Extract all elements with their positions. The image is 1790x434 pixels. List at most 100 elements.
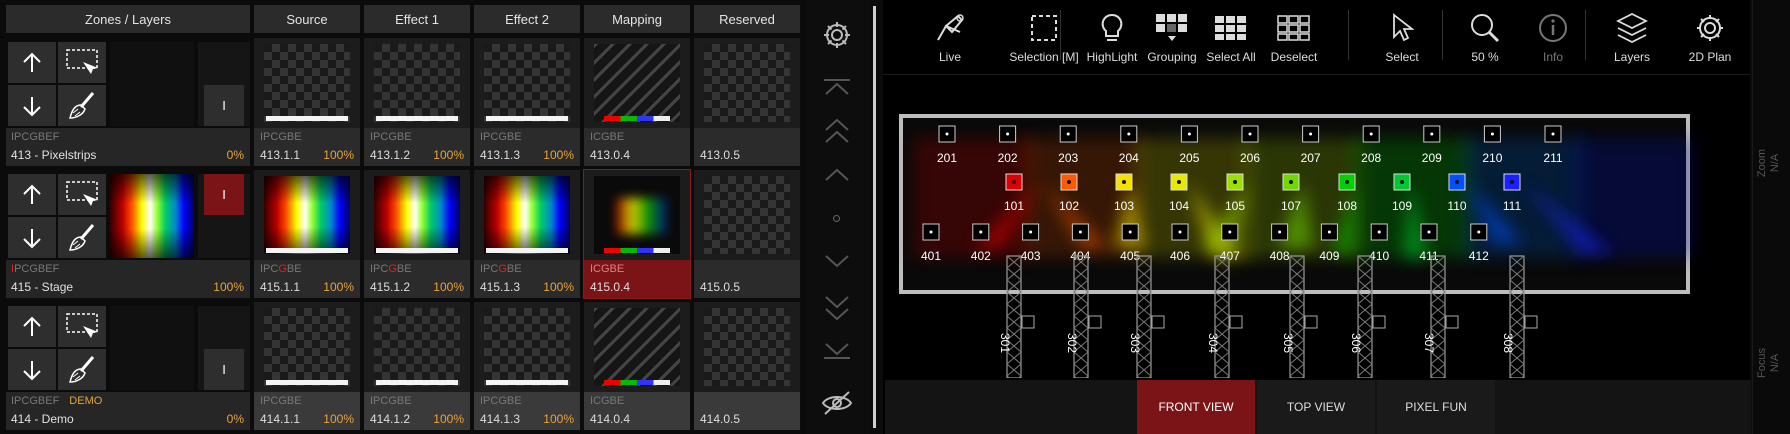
toolbar-label: Grouping [1147,50,1197,64]
toolbar-separator [1585,10,1586,60]
zone-name: 414 - Demo [11,412,74,426]
layer-cell[interactable]: ICGBE 414.0.4 [584,302,690,430]
clear-brush-icon[interactable] [58,85,106,126]
fixture-dot [1248,132,1252,136]
clear-brush-icon[interactable] [58,349,106,390]
zone-info[interactable]: IPCGBEF 413 - Pixelstrips 0% [6,128,250,166]
zone-lock-button[interactable]: I [204,85,244,126]
toolbar-bulb-button[interactable]: HighLight [1080,8,1144,64]
stage-plot[interactable]: 201 202 203 204 205 206 207 208 209 210 211 101 102 1… [883,78,1750,378]
toolbar-select-all-button[interactable]: Select All [1200,8,1262,64]
toolbar-separator [1348,10,1349,60]
layers-icon [1615,10,1649,46]
select-area-icon[interactable] [58,306,106,347]
move-down-arrow-icon[interactable] [8,85,56,126]
fixture-dot [1377,230,1381,234]
layer-cell[interactable]: IPCGBE 414.1.3 100% [474,302,580,430]
move-down-arrow-icon[interactable] [8,217,56,258]
scroll-page-down-icon[interactable] [822,295,852,321]
select-area-icon[interactable] [58,174,106,215]
settings-gear-icon[interactable] [820,18,854,52]
layer-tags: IPCGBE [480,263,522,275]
zone-lock-label: I [222,362,226,377]
zone-lock-button[interactable]: I [204,174,244,215]
layer-tags-prefix: IPC [480,263,499,275]
fixture-label: 208 [1361,151,1381,165]
layer-cell[interactable]: IPCGBE 414.1.2 100% [364,302,470,430]
info-icon [1537,10,1569,46]
layer-cell[interactable]: IPCGBE 413.1.1 100% [254,38,360,166]
layer-id: 413.1.2 [370,148,411,162]
toolbar-gear-button[interactable]: 2D Plan [1678,8,1742,64]
layer-cell[interactable]: 415.0.5 [694,170,800,298]
toolbar-deselect-button[interactable]: Deselect [1262,8,1326,64]
zone-name: 413 - Pixelstrips [11,148,97,162]
scroll-down-icon[interactable] [822,254,852,270]
zone-demo-badge: DEMO [69,395,103,407]
zone-info[interactable]: IPCGBEF DEMO 414 - Demo 0% [6,392,250,430]
layer-thumbnail [594,176,680,254]
fixture-dot [1067,180,1071,184]
layer-tags: IPCGBE [480,395,522,407]
layer-tags: ICGBE [590,263,625,275]
layer-percent: 100% [543,412,574,426]
layer-intensity-bar [376,248,458,253]
layer-cell[interactable]: IPCGBE 415.1.2 100% [364,170,470,298]
toolbar-cursor-button[interactable]: Select [1372,8,1432,64]
layer-percent: 100% [433,412,464,426]
zone-info[interactable]: IPCGBEF 415 - Stage 100% [6,260,250,298]
layer-info: IPCGBE 415.1.1 100% [254,260,360,298]
layer-info: IPCGBE 415.1.3 100% [474,260,580,298]
select-area-icon[interactable] [58,42,106,83]
tab-top-view[interactable]: TOP VIEW [1257,380,1375,434]
zone-percent: 0% [226,148,244,162]
layer-thumbnail [264,44,350,122]
layer-intensity-bar [486,116,568,121]
fixture-dot [1369,132,1373,136]
layer-cell[interactable]: IPCGBE 415.1.3 100% [474,170,580,298]
fixture-dot [1029,230,1033,234]
tab-front-view[interactable]: FRONT VIEW [1137,380,1255,434]
clear-brush-icon[interactable] [58,217,106,258]
tab-pixel-fun[interactable]: PIXEL FUN [1377,380,1495,434]
layer-cell[interactable]: 413.0.5 [694,38,800,166]
layer-intensity-bar [486,248,568,253]
toolbar-label: Info [1542,50,1563,64]
toolbar-layers-button[interactable]: Layers [1605,8,1659,64]
panel-splitter[interactable] [873,6,876,428]
layer-cell[interactable]: IPCGBE 414.1.1 100% [254,302,360,430]
fixture-label: 412 [1469,249,1489,263]
toolbar-divider [883,74,1750,75]
scroll-up-icon[interactable] [822,166,852,182]
zone-tags: IPCGBEF [11,263,59,275]
scroll-page-up-icon[interactable] [822,118,852,144]
move-up-arrow-icon[interactable] [8,306,56,347]
move-up-arrow-icon[interactable] [8,174,56,215]
zone-lock-button[interactable]: I [204,349,244,390]
layer-cell[interactable]: 414.0.5 [694,302,800,430]
layer-cell[interactable]: ICGBE 413.0.4 [584,38,690,166]
layer-thumbnail [484,308,570,386]
toolbar-live-button[interactable]: Live [920,8,980,64]
layer-cell[interactable]: IPCGBE 413.1.2 100% [364,38,470,166]
toolbar-selection-button[interactable]: Selection [M] [1000,8,1088,64]
hide-eye-icon[interactable] [820,390,854,416]
toolbar-separator [1060,10,1061,60]
fixture-label: 105 [1225,199,1245,213]
move-up-arrow-icon[interactable] [8,42,56,83]
scroll-top-icon[interactable] [822,78,852,98]
layer-intensity-bar [376,380,458,385]
truss-fixture [1229,315,1243,329]
fixture-label: 406 [1170,249,1190,263]
fixture-dot [1012,180,1016,184]
layer-cell[interactable]: IPCGBE 413.1.3 100% [474,38,580,166]
toolbar-grouping-button[interactable]: Grouping [1140,8,1204,64]
toolbar-zoom-button[interactable]: 50 % [1455,8,1515,64]
move-down-arrow-icon[interactable] [8,349,56,390]
scroll-bottom-icon[interactable] [822,340,852,360]
fixture-label: 102 [1059,199,1079,213]
toolbar-info-button[interactable]: Info [1528,8,1578,64]
layer-cell[interactable]: ICGBE 415.0.4 [583,169,691,299]
layer-intensity-bar [486,380,568,385]
layer-cell[interactable]: IPCGBE 415.1.1 100% [254,170,360,298]
